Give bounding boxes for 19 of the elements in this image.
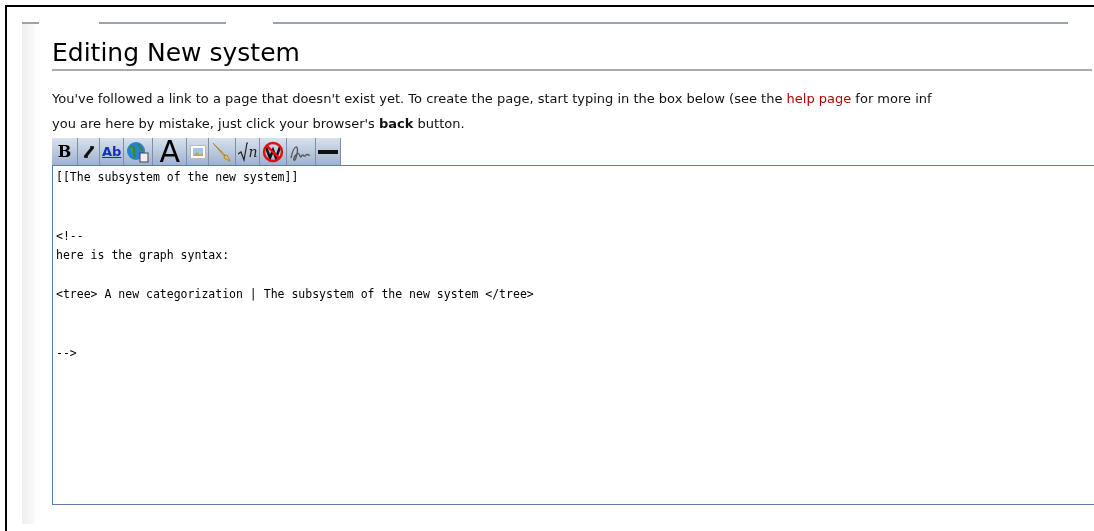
editor-textarea[interactable]: [[The subsystem of the new system]] <!-- here is the graph syntax: <tree> A new categorization | The subsystem of the new system </tree> --> xyxy=(52,165,1094,505)
intro-text: You've followed a link to a page that doesn't exist yet. To create the page, start typing in the box below (see the help page for more inf xyxy=(52,90,933,108)
external-link-button[interactable] xyxy=(124,138,154,165)
horizontal-line-button[interactable] xyxy=(316,138,342,165)
help-link[interactable]: help page xyxy=(786,91,852,106)
image-button[interactable] xyxy=(187,138,210,165)
page-title: Editing New system xyxy=(52,38,1092,71)
italic-button[interactable] xyxy=(78,138,100,165)
math-button[interactable]: n xyxy=(236,138,261,165)
signature-button[interactable] xyxy=(287,138,317,165)
no-wiki-icon xyxy=(262,140,285,163)
headline-button[interactable]: A xyxy=(153,138,188,165)
square-root-icon xyxy=(238,141,249,162)
bold-button[interactable]: B xyxy=(52,138,78,165)
link-button[interactable]: Ab xyxy=(100,138,125,165)
globe-icon xyxy=(126,140,151,163)
nowiki-button[interactable] xyxy=(260,138,288,165)
image-icon xyxy=(189,144,206,159)
intro-text: you are here by mistake, just click your browser's back button. xyxy=(52,115,466,133)
